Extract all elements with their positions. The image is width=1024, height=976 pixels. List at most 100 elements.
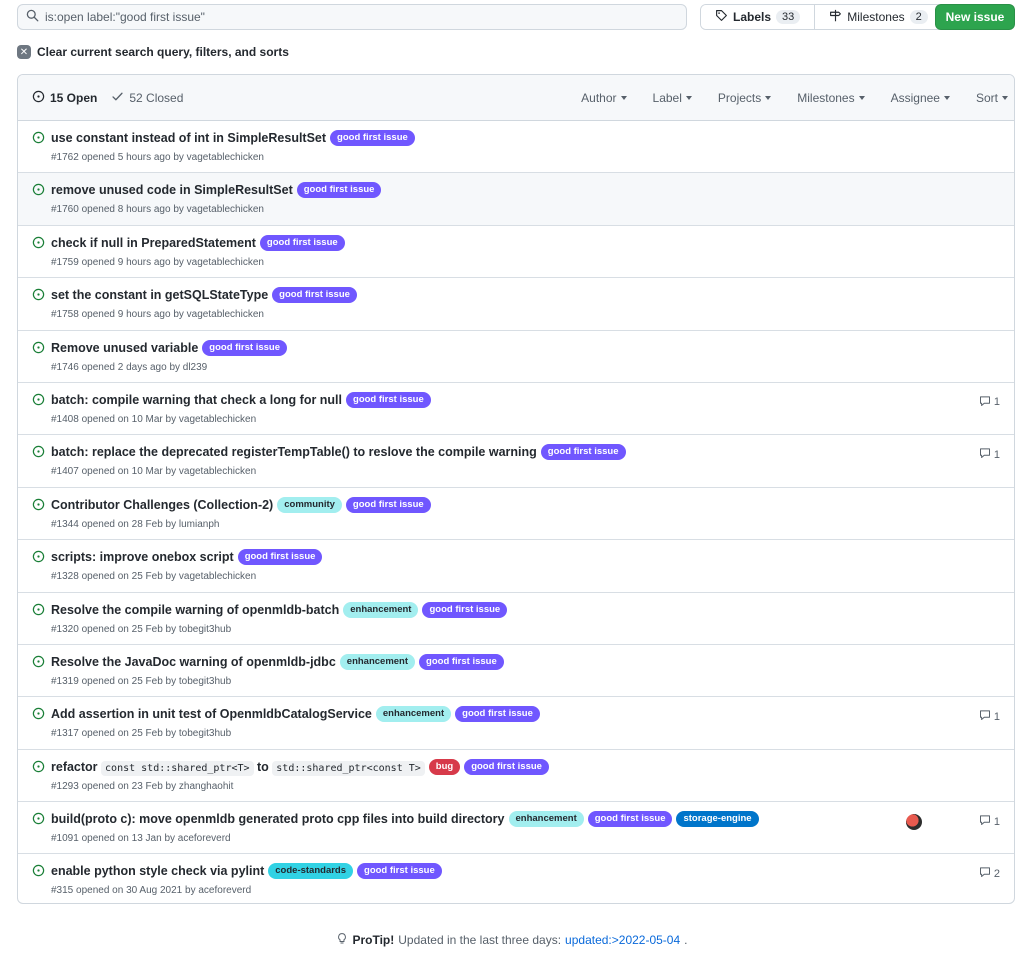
- issue-label[interactable]: enhancement: [343, 601, 419, 618]
- issue-label[interactable]: good first issue: [419, 653, 504, 670]
- new-issue-button[interactable]: New issue: [935, 4, 1015, 30]
- filter-assignee[interactable]: Assignee: [891, 91, 950, 105]
- issue-title-link[interactable]: set the constant in getSQLStateType: [51, 288, 268, 302]
- title-text: refactor: [51, 759, 102, 774]
- filter-label[interactable]: Label: [653, 91, 692, 105]
- filter-milestones-label: Milestones: [797, 91, 855, 105]
- issue-label[interactable]: good first issue: [587, 811, 673, 828]
- issue-label[interactable]: good first issue: [330, 130, 415, 146]
- top-bar: Labels 33 Milestones 2 New issue: [17, 4, 1015, 32]
- issue-title-line: check if null in PreparedStatement good f…: [51, 234, 345, 251]
- issue-meta: #1759 opened 9 hours ago by vagetablechi…: [51, 256, 264, 268]
- issue-row[interactable]: use constant instead of int in SimpleRes…: [18, 121, 1014, 174]
- issue-row[interactable]: build(proto c): move openmldb generated …: [18, 802, 1014, 855]
- clear-filters-label: Clear current search query, filters, and…: [37, 45, 289, 59]
- issue-row[interactable]: Resolve the compile warning of openmldb-…: [18, 593, 1014, 645]
- issue-title-line: refactor const std::shared_ptr<T> to std…: [51, 758, 549, 776]
- issue-label[interactable]: code-standards: [268, 863, 354, 880]
- issue-label[interactable]: good first issue: [357, 863, 442, 880]
- comments-link[interactable]: 1: [979, 814, 1000, 829]
- issue-label[interactable]: storage-engine: [676, 811, 759, 828]
- filter-author[interactable]: Author: [581, 91, 627, 105]
- issue-open-icon: [32, 183, 45, 199]
- issue-row[interactable]: set the constant in getSQLStateType good …: [18, 278, 1014, 331]
- comments-link[interactable]: 1: [979, 709, 1000, 724]
- open-issues-tab[interactable]: 15 Open: [32, 90, 97, 106]
- issue-title-line: use constant instead of int in SimpleRes…: [51, 130, 415, 146]
- issue-label[interactable]: good first issue: [345, 496, 431, 513]
- issue-title-link[interactable]: batch: replace the deprecated registerTe…: [51, 445, 537, 459]
- lightbulb-icon: [336, 932, 348, 948]
- issue-label[interactable]: good first issue: [202, 339, 288, 356]
- protip-link[interactable]: updated:>2022-05-04: [565, 933, 680, 947]
- issue-title-link[interactable]: batch: compile warning that check a long…: [51, 393, 342, 407]
- issue-label[interactable]: enhancement: [339, 653, 416, 670]
- issue-label[interactable]: good first issue: [272, 287, 357, 304]
- tag-icon: [715, 9, 728, 25]
- issue-label[interactable]: community: [277, 496, 342, 513]
- assignee-avatar[interactable]: [906, 814, 922, 831]
- search-input[interactable]: [45, 10, 645, 24]
- issue-label[interactable]: enhancement: [375, 706, 452, 723]
- filter-milestones[interactable]: Milestones: [797, 91, 865, 105]
- comments-link[interactable]: 1: [979, 447, 1000, 462]
- issue-label[interactable]: good first issue: [296, 182, 382, 199]
- issue-label[interactable]: bug: [428, 758, 461, 775]
- labels-button[interactable]: Labels 33: [701, 5, 815, 29]
- clear-filters-link[interactable]: ✕ Clear current search query, filters, a…: [17, 45, 289, 59]
- issue-row[interactable]: Remove unused variable good first issue #1…: [18, 331, 1014, 383]
- issue-title-link[interactable]: enable python style check via pylint: [51, 864, 264, 878]
- issue-title-link[interactable]: Resolve the JavaDoc warning of openmldb-…: [51, 655, 336, 669]
- issue-label[interactable]: enhancement: [508, 811, 584, 828]
- issue-label[interactable]: good first issue: [455, 706, 540, 723]
- search-icon: [26, 9, 39, 25]
- issue-title-link[interactable]: Add assertion in unit test of OpenmldbCa…: [51, 707, 372, 721]
- issue-label[interactable]: good first issue: [237, 549, 323, 566]
- issue-label[interactable]: good first issue: [346, 391, 431, 408]
- issue-title-link[interactable]: use constant instead of int in SimpleRes…: [51, 131, 326, 145]
- issue-title-line: batch: replace the deprecated registerTe…: [51, 444, 626, 461]
- issue-title-link[interactable]: remove unused code in SimpleResultSet: [51, 183, 293, 197]
- issue-row[interactable]: Contributor Challenges (Collection-2) com…: [18, 488, 1014, 541]
- issue-meta: #1319 opened on 25 Feb by tobegit3hub: [51, 675, 232, 687]
- issue-title-link[interactable]: Remove unused variable: [51, 341, 198, 355]
- issue-row[interactable]: refactor const std::shared_ptr<T> to std…: [18, 750, 1014, 803]
- issue-label[interactable]: good first issue: [464, 758, 549, 775]
- issue-row[interactable]: check if null in PreparedStatement good f…: [18, 226, 1014, 279]
- issue-title-line: Contributor Challenges (Collection-2) com…: [51, 496, 431, 513]
- filter-sort[interactable]: Sort: [976, 91, 1008, 105]
- milestones-button[interactable]: Milestones 2: [814, 5, 942, 29]
- issue-label[interactable]: good first issue: [540, 444, 626, 461]
- issue-title-link[interactable]: check if null in PreparedStatement: [51, 236, 256, 250]
- issue-title-link[interactable]: Resolve the compile warning of openmldb-…: [51, 603, 339, 617]
- inline-code: std::shared_ptr<const T>: [272, 760, 425, 776]
- issue-title-link[interactable]: scripts: improve onebox script: [51, 550, 234, 564]
- comment-count: 2: [993, 867, 1000, 880]
- issue-row[interactable]: Resolve the JavaDoc warning of openmldb-…: [18, 645, 1014, 698]
- comment-icon: [979, 395, 991, 410]
- issue-label[interactable]: good first issue: [259, 234, 345, 251]
- issue-open-icon: [32, 498, 45, 514]
- comments-link[interactable]: 1: [979, 395, 1000, 410]
- issue-row[interactable]: enable python style check via pylint code…: [18, 854, 1014, 903]
- filter-projects[interactable]: Projects: [717, 91, 772, 105]
- issue-row[interactable]: Add assertion in unit test of OpenmldbCa…: [18, 697, 1014, 750]
- issue-label[interactable]: good first issue: [422, 601, 508, 618]
- protip-text: Updated in the last three days:: [398, 933, 562, 947]
- comments-link[interactable]: 2: [979, 866, 1000, 881]
- filter-label-label: Label: [652, 91, 682, 105]
- issue-open-icon: [32, 760, 45, 776]
- close-icon: ✕: [17, 45, 31, 59]
- issue-row[interactable]: batch: replace the deprecated registerTe…: [18, 435, 1014, 488]
- issue-title-link[interactable]: build(proto c): move openmldb generated …: [51, 812, 505, 826]
- filter-projects-label: Projects: [717, 91, 762, 105]
- milestones-label: Milestones: [847, 10, 905, 24]
- issue-title-link[interactable]: refactor const std::shared_ptr<T> to std…: [51, 759, 425, 776]
- issue-row[interactable]: remove unused code in SimpleResultSet goo…: [18, 173, 1014, 226]
- issue-row[interactable]: batch: compile warning that check a long…: [18, 383, 1014, 436]
- issue-row[interactable]: scripts: improve onebox script good first…: [18, 540, 1014, 593]
- caret-down-icon: [765, 96, 772, 100]
- closed-issues-tab[interactable]: 52 Closed: [111, 90, 183, 106]
- search-box[interactable]: [17, 4, 687, 30]
- issue-title-link[interactable]: Contributor Challenges (Collection-2): [51, 498, 273, 512]
